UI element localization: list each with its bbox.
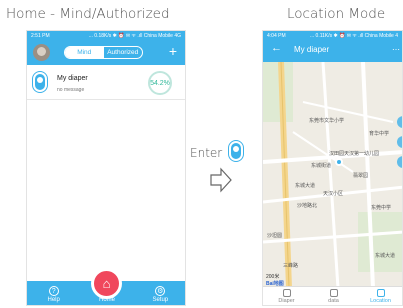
device-message: no message: [57, 87, 85, 93]
diaper-icon: [282, 289, 291, 297]
help-icon: ?: [48, 286, 59, 296]
map-label: 东城街道: [311, 163, 332, 169]
status-info: ... 0.11K/s ✱ ⏰ ✉ ᯤ .ıll China Mobile 4: [310, 32, 398, 39]
data-icon: [329, 289, 338, 297]
map-label: 东城大道: [375, 253, 396, 259]
arrow-right-icon: [210, 167, 232, 193]
map-label: 三峰路: [283, 263, 299, 269]
map-label: 汉田园天汉第一幼儿园: [329, 151, 380, 157]
nav-data[interactable]: data: [310, 287, 357, 305]
status-time: 2:51 PM: [31, 32, 50, 39]
enter-label: Enter: [190, 146, 223, 160]
map-label: 东莞中学: [371, 205, 392, 211]
back-arrow-icon[interactable]: ←: [271, 42, 282, 54]
location-icon: [376, 289, 385, 297]
nav-setup[interactable]: ⚙ Setup: [134, 281, 185, 305]
nav-data-label: data: [328, 298, 339, 304]
map-label: 天汉小区: [323, 191, 344, 197]
device-percent: 54.2%: [148, 71, 172, 95]
mode-toggle[interactable]: Mind Authorized: [64, 46, 143, 59]
add-device-button[interactable]: +: [169, 43, 177, 59]
map-scale: 200米: [266, 274, 280, 280]
device-name: My diaper: [57, 75, 88, 82]
gear-icon: ⚙: [155, 286, 166, 296]
location-marker-icon[interactable]: [335, 158, 343, 166]
map-label: 沙地路北: [297, 203, 318, 209]
heading-location-mode: Location Mode: [287, 6, 386, 22]
nav-diaper-label: Diaper: [278, 298, 295, 304]
map-label: 东莞市文华小学: [309, 118, 345, 124]
heading-home: Home - Mind/Authorized: [6, 6, 170, 22]
map-label: 沙坦圆: [267, 233, 283, 239]
page-title: My diaper: [294, 45, 330, 54]
bottom-nav: Diaper data Location: [263, 286, 402, 305]
nav-help-label: Help: [47, 297, 60, 303]
status-bar: 4:04 PM ... 0.11K/s ✱ ⏰ ✉ ᯤ .ıll China M…: [263, 31, 402, 40]
map[interactable]: 东莞市文华小学 育华中学 东城街道 汉田园天汉第一幼儿园 东城大道 翡翠园 天汉…: [263, 62, 402, 288]
map-label: 东城大道: [295, 183, 316, 189]
header: 2:51 PM ... 0.18K/s ✱ ⏰ ✉ ᯤ .ıll China M…: [27, 31, 185, 65]
nav-diaper[interactable]: Diaper: [263, 287, 310, 305]
device-card[interactable]: My diaper no message 54.2%: [27, 67, 185, 100]
more-icon[interactable]: ⋯: [392, 45, 400, 54]
tab-mind[interactable]: Mind: [65, 47, 104, 58]
home-icon: ⌂: [102, 276, 111, 291]
map-label: 育华中学: [369, 131, 390, 137]
map-label: 翡翠园: [353, 173, 369, 179]
diaper-sensor-icon: [229, 141, 243, 161]
status-time: 4:04 PM: [267, 32, 286, 39]
nav-setup-label: Setup: [152, 297, 169, 303]
location-screen: 4:04 PM ... 0.11K/s ✱ ⏰ ✉ ᯤ .ıll China M…: [262, 30, 403, 306]
home-screen: 2:51 PM ... 0.18K/s ✱ ⏰ ✉ ᯤ .ıll China M…: [26, 30, 186, 306]
diaper-sensor-icon: [33, 72, 47, 92]
nav-help[interactable]: ? Help: [27, 281, 80, 305]
nav-location-label: Location: [370, 298, 391, 304]
nav-location[interactable]: Location: [357, 287, 402, 305]
status-bar: 2:51 PM ... 0.18K/s ✱ ⏰ ✉ ᯤ .ıll China M…: [27, 31, 185, 40]
header: 4:04 PM ... 0.11K/s ✱ ⏰ ✉ ᯤ .ıll China M…: [263, 31, 402, 62]
home-button[interactable]: ⌂: [91, 268, 122, 299]
avatar[interactable]: [33, 44, 50, 61]
status-info: ... 0.18K/s ✱ ⏰ ✉ ᯤ .ıll China Mobile 4G: [88, 32, 181, 39]
tab-authorized[interactable]: Authorized: [104, 47, 143, 58]
